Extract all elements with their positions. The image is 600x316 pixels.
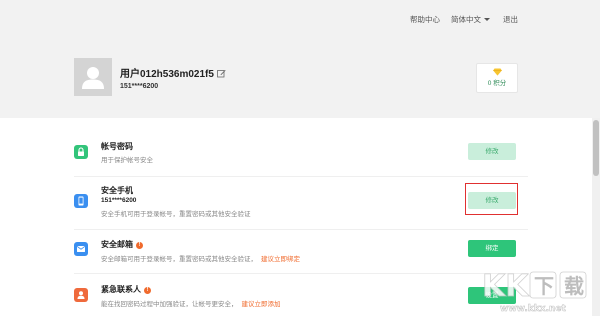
info-icon: ! xyxy=(136,242,143,249)
modify-password-button[interactable]: 修改 xyxy=(468,143,516,160)
row-title: 帐号密码 xyxy=(101,142,133,151)
gem-icon xyxy=(492,68,502,76)
security-phone-number: 151****6200 xyxy=(101,197,137,204)
row-title: 紧急联系人 xyxy=(101,285,141,294)
add-now-link[interactable]: 建议立即添加 xyxy=(242,301,281,308)
top-nav: 帮助中心 简体中文 退出 xyxy=(0,0,600,40)
mail-icon xyxy=(74,242,88,256)
row-description: 安全邮箱可用于登录帐号，重置密码或其他安全验证， 建议立即绑定 xyxy=(101,253,300,263)
user-silhouette-icon xyxy=(82,67,104,89)
divider xyxy=(74,273,528,274)
row-description: 安全手机可用于登录帐号，重置密码或其他安全验证 xyxy=(101,211,251,218)
row-title-wrap: 紧急联系人! xyxy=(101,284,151,295)
set-contact-button[interactable]: 设置 xyxy=(468,287,516,304)
edit-icon[interactable] xyxy=(217,69,226,81)
row-description: 用于保护帐号安全 xyxy=(101,157,153,164)
logout-link[interactable]: 退出 xyxy=(503,14,518,25)
scrollbar[interactable] xyxy=(592,118,600,316)
bind-now-link[interactable]: 建议立即绑定 xyxy=(261,256,300,263)
row-description-text: 能在找回密码过程中加强验证，让帐号更安全， xyxy=(101,301,238,308)
row-title: 安全邮箱 xyxy=(101,240,133,249)
row-title-wrap: 安全邮箱! xyxy=(101,239,143,250)
scrollbar-thumb[interactable] xyxy=(593,120,599,176)
language-selector[interactable]: 简体中文 xyxy=(451,14,490,25)
highlight-box xyxy=(465,183,518,215)
bind-email-button[interactable]: 绑定 xyxy=(468,240,516,257)
profile-phone: 151****6200 xyxy=(120,83,159,90)
info-icon: ! xyxy=(144,287,151,294)
divider xyxy=(74,176,528,177)
profile-header: 用户012h536m021f5 151****6200 0 积分 xyxy=(0,48,600,118)
lock-icon xyxy=(74,145,88,159)
contact-icon xyxy=(74,288,88,302)
username-row: 用户012h536m021f5 xyxy=(120,65,226,81)
row-description-text: 安全邮箱可用于登录帐号，重置密码或其他安全验证， xyxy=(101,256,257,263)
phone-icon xyxy=(74,194,88,208)
divider xyxy=(74,229,528,230)
row-description: 能在找回密码过程中加强验证，让帐号更安全， 建议立即添加 xyxy=(101,298,281,308)
language-label: 简体中文 xyxy=(451,15,481,24)
chevron-down-icon xyxy=(484,18,490,21)
points-card[interactable]: 0 积分 xyxy=(476,63,518,93)
points-label: 0 积分 xyxy=(487,80,507,87)
avatar[interactable] xyxy=(74,58,112,96)
row-title: 安全手机 xyxy=(101,186,133,195)
help-center-link[interactable]: 帮助中心 xyxy=(410,14,440,25)
username: 用户012h536m021f5 xyxy=(120,69,214,80)
